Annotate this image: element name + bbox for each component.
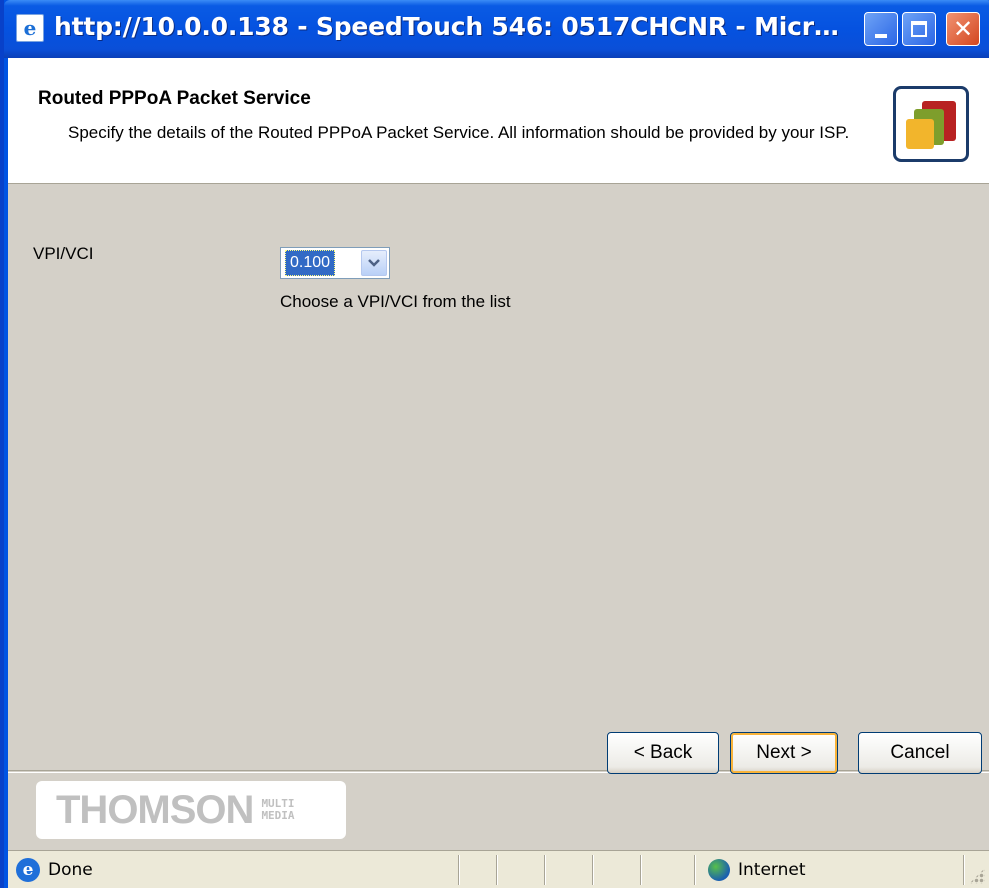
- vpi-vci-select[interactable]: 0.100: [280, 247, 390, 279]
- minimize-icon: [875, 34, 887, 38]
- maximize-button[interactable]: [902, 12, 936, 46]
- minimize-button[interactable]: [864, 12, 898, 46]
- chevron-down-icon[interactable]: [361, 250, 387, 276]
- status-bar: e Done Internet: [8, 850, 989, 888]
- wizard-header: Routed PPPoA Packet Service Specify the …: [8, 58, 989, 184]
- vpi-vci-selected-value: 0.100: [285, 250, 336, 276]
- ie-page-icon: e: [16, 14, 44, 42]
- security-zone: Internet: [738, 860, 806, 880]
- next-button[interactable]: Next >: [730, 732, 838, 774]
- close-button[interactable]: ✕: [946, 12, 980, 46]
- ie-page-icon: e: [16, 858, 40, 882]
- vpi-vci-label: VPI/VCI: [33, 244, 94, 263]
- globe-icon: [708, 859, 730, 881]
- back-button[interactable]: < Back: [607, 732, 719, 774]
- maximize-icon: [911, 21, 927, 37]
- title-bar[interactable]: e http://10.0.0.138 - SpeedTouch 546: 05…: [4, 0, 989, 58]
- brand-subtitle: MULTI MEDIA: [261, 797, 295, 822]
- wizard-content: Routed PPPoA Packet Service Specify the …: [8, 58, 989, 850]
- vpi-vci-hint: Choose a VPI/VCI from the list: [280, 292, 511, 311]
- page-description: Specify the details of the Routed PPPoA …: [68, 123, 850, 142]
- close-icon: ✕: [952, 15, 974, 43]
- thomson-logo: THOMSON MULTI MEDIA: [36, 781, 346, 839]
- brand-name: THOMSON: [56, 787, 254, 832]
- speedtouch-squares-icon: [893, 86, 969, 162]
- window-title: http://10.0.0.138 - SpeedTouch 546: 0517…: [54, 12, 854, 41]
- resize-grip-icon[interactable]: [969, 868, 985, 884]
- browser-window: e http://10.0.0.138 - SpeedTouch 546: 05…: [0, 0, 989, 888]
- status-text: Done: [48, 860, 93, 880]
- cancel-button[interactable]: Cancel: [858, 732, 982, 774]
- wizard-footer: THOMSON MULTI MEDIA: [8, 770, 989, 850]
- page-title: Routed PPPoA Packet Service: [38, 88, 311, 109]
